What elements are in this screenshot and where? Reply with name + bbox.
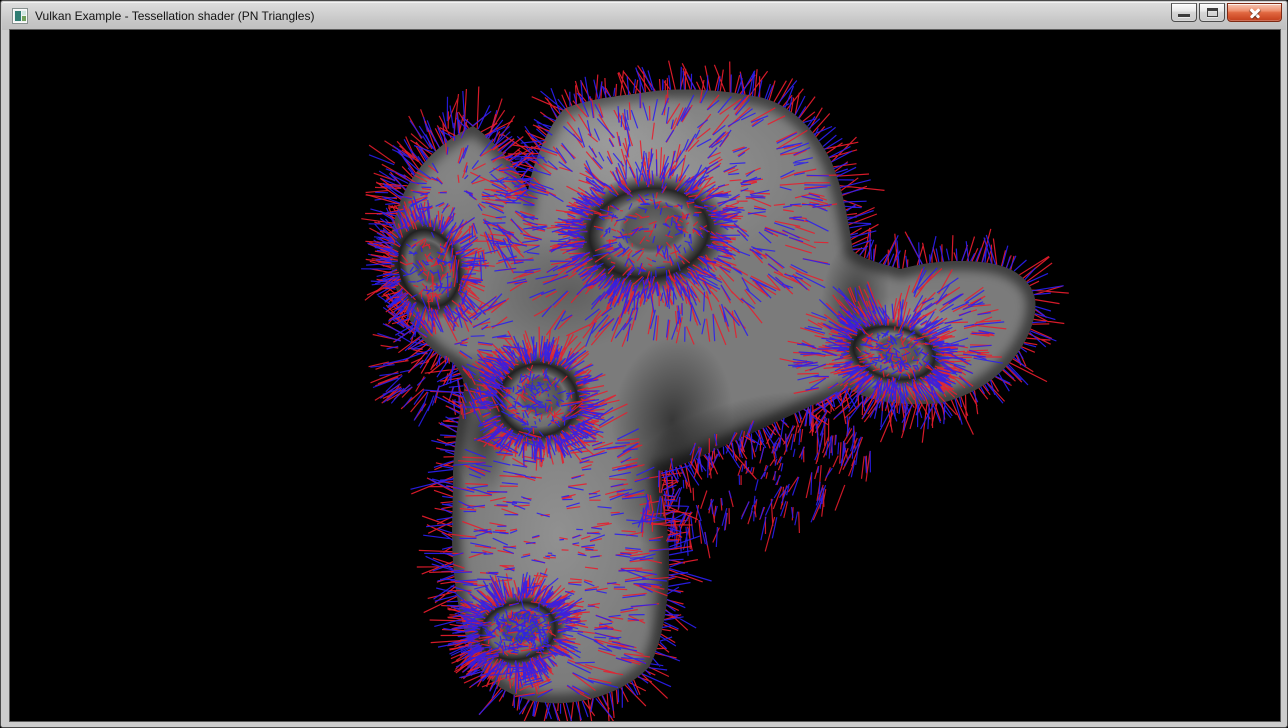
icon-pane [15,11,21,21]
application-window: Vulkan Example - Tessellation shader (PN… [0,0,1288,728]
window-title: Vulkan Example - Tessellation shader (PN… [35,2,314,30]
icon-pane [22,11,26,15]
render-canvas[interactable] [10,30,1280,721]
icon-pane [22,16,26,21]
minimize-icon [1178,14,1190,17]
maximize-icon [1207,8,1218,17]
render-viewport[interactable] [9,29,1281,722]
caption-button-group [1171,3,1282,22]
close-icon [1249,7,1261,19]
maximize-button[interactable] [1199,3,1225,22]
title-bar[interactable]: Vulkan Example - Tessellation shader (PN… [2,2,1286,30]
application-icon [12,8,28,24]
close-button[interactable] [1227,3,1282,22]
minimize-button[interactable] [1171,3,1197,22]
